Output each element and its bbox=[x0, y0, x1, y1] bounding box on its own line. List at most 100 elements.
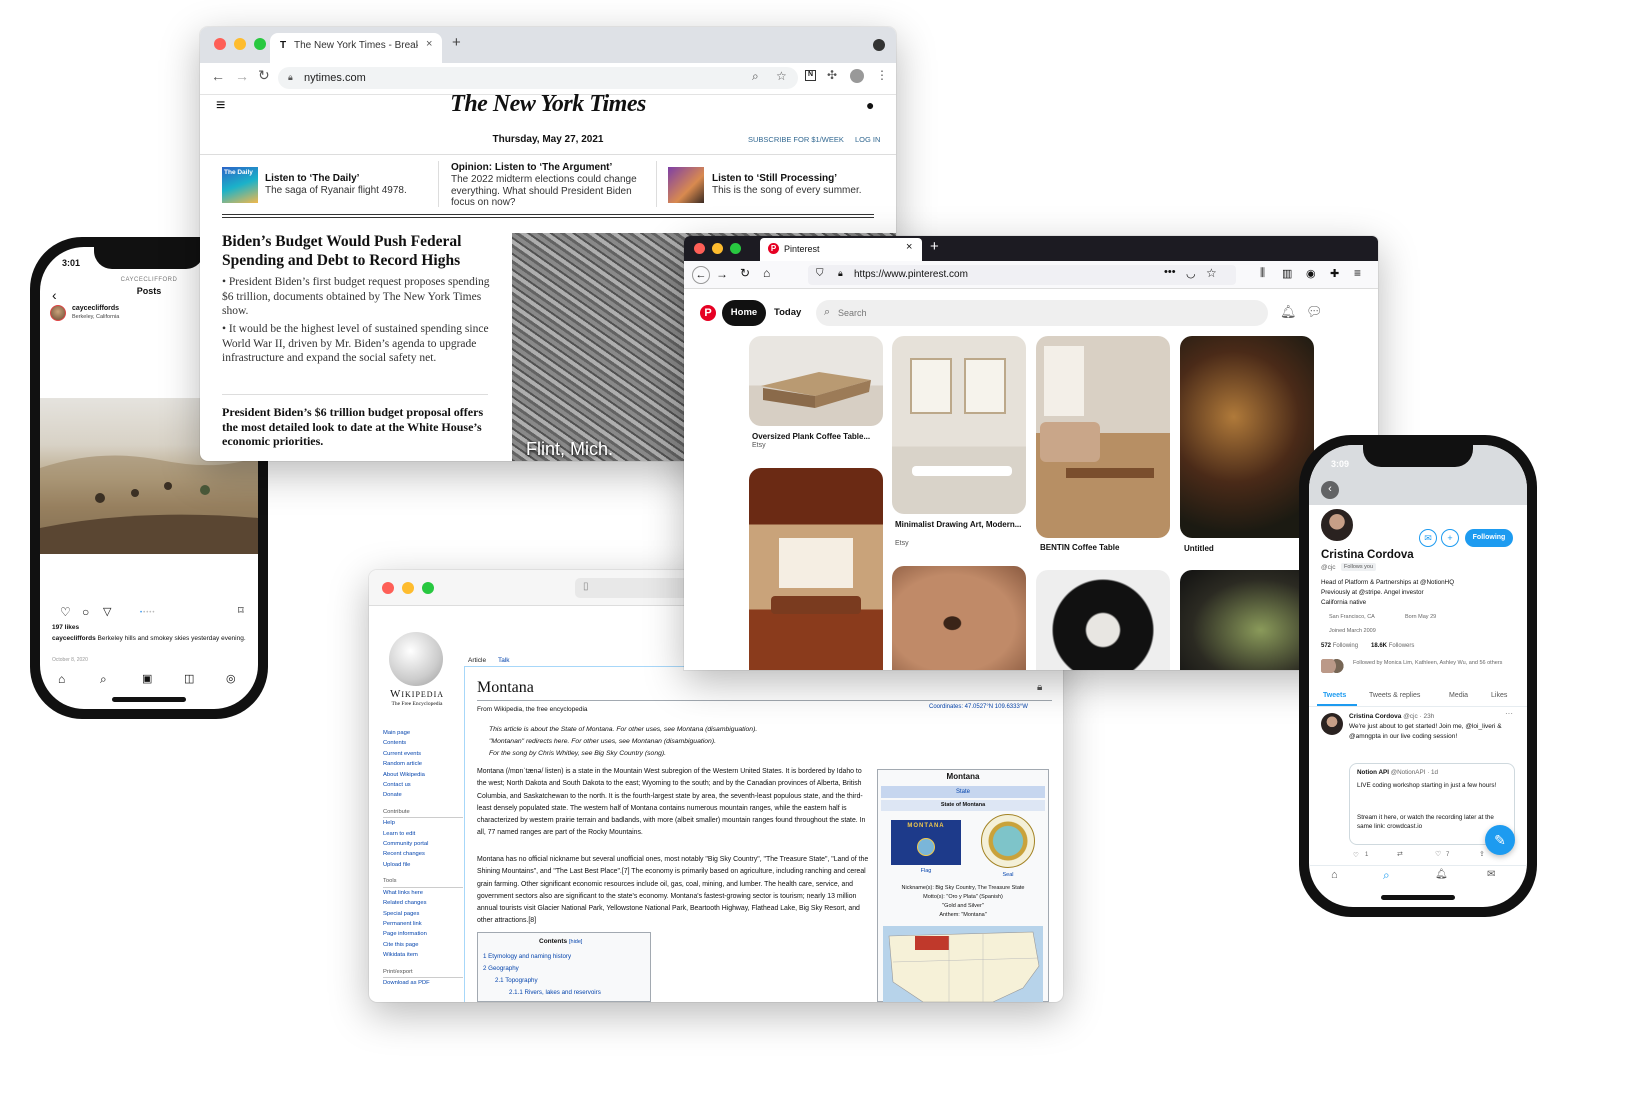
sidebar-link[interactable]: Random article bbox=[383, 759, 463, 769]
toc-item[interactable]: 2.1.1 Rivers, lakes and reservoirs bbox=[509, 989, 601, 996]
page-actions-icon[interactable]: ••• bbox=[1164, 266, 1176, 278]
sidebar-link[interactable]: Special pages bbox=[383, 909, 463, 919]
us-locator-map[interactable] bbox=[883, 926, 1043, 1002]
notify-icon[interactable]: + bbox=[1441, 529, 1459, 547]
tab-tweets[interactable]: Tweets bbox=[1323, 692, 1346, 699]
pin-image-coffee-table[interactable] bbox=[749, 336, 883, 426]
sidebar-link[interactable]: Cite this page bbox=[383, 940, 463, 950]
today-nav-button[interactable]: Today bbox=[774, 307, 801, 318]
reload-icon[interactable]: ↻ bbox=[740, 266, 750, 280]
sidebar-link[interactable]: Upload file bbox=[383, 860, 463, 870]
share-icon[interactable]: ▽ bbox=[103, 605, 111, 618]
flag-caption[interactable]: Flag bbox=[891, 868, 961, 874]
window-controls[interactable] bbox=[214, 38, 266, 50]
pin-image-untitled[interactable] bbox=[1180, 336, 1314, 538]
tweet-more-icon[interactable]: ··· bbox=[1505, 709, 1513, 718]
home-icon[interactable]: ⌂ bbox=[58, 672, 65, 686]
share-icon[interactable]: ⇪ bbox=[1479, 850, 1485, 858]
sidebar-link[interactable]: Donate bbox=[383, 790, 463, 800]
profile-icon[interactable] bbox=[850, 69, 864, 83]
notifications-bell-icon[interactable]: 🔔︎ bbox=[1280, 304, 1297, 320]
post-location[interactable]: Berkeley, California bbox=[72, 314, 119, 320]
notifications-icon[interactable]: 🔔︎ bbox=[1435, 869, 1448, 880]
tab-title[interactable]: Pinterest bbox=[784, 244, 820, 254]
profile-avatar[interactable] bbox=[1319, 507, 1355, 543]
sidebar-link[interactable]: Community portal bbox=[383, 839, 463, 849]
pin-image-drawing-art[interactable] bbox=[892, 336, 1026, 514]
pin-image-eye[interactable] bbox=[892, 566, 1026, 670]
mail-icon[interactable]: ✉ bbox=[1419, 529, 1437, 547]
sidebar-link[interactable]: Download as PDF bbox=[383, 978, 463, 988]
post-username[interactable]: caycecliffords bbox=[72, 305, 119, 312]
tab-tweets-replies[interactable]: Tweets & replies bbox=[1369, 692, 1420, 699]
promo-title[interactable]: Listen to ‘Still Processing’ bbox=[712, 173, 837, 184]
home-icon[interactable]: ⌂ bbox=[1331, 869, 1338, 881]
sidebar-link[interactable]: What links here bbox=[383, 888, 463, 898]
window-controls[interactable] bbox=[694, 243, 741, 254]
like-icon[interactable]: ♡ bbox=[1435, 850, 1441, 858]
tab-title[interactable]: The New York Times - Breaking bbox=[294, 40, 418, 51]
retweet-icon[interactable]: ⇄ bbox=[1397, 850, 1403, 858]
pin-source[interactable]: Etsy bbox=[895, 540, 909, 547]
tracking-shield-icon[interactable]: ⛉ bbox=[816, 268, 824, 279]
url-text[interactable]: nytimes.com bbox=[304, 72, 366, 84]
tab-search-icon[interactable] bbox=[873, 39, 885, 51]
pin-title[interactable]: Oversized Plank Coffee Table... bbox=[752, 432, 870, 441]
wikipedia-wordmark[interactable]: Wikipedia bbox=[379, 688, 455, 700]
pin-source[interactable]: Etsy bbox=[752, 442, 766, 449]
window-controls[interactable] bbox=[382, 582, 434, 594]
notion-extension-icon[interactable]: N bbox=[805, 70, 816, 81]
menu-kebab-icon[interactable]: ⋮ bbox=[876, 68, 888, 82]
reels-icon[interactable]: ▣ bbox=[142, 672, 152, 685]
forward-icon[interactable]: → bbox=[235, 68, 249, 84]
sidebar-link[interactable]: Main page bbox=[383, 728, 463, 738]
followers-stat[interactable]: 18.6K Followers bbox=[1371, 643, 1414, 649]
forward-icon[interactable]: → bbox=[716, 267, 728, 281]
sidebar-link[interactable]: Permanent link bbox=[383, 919, 463, 929]
home-nav-button[interactable]: Home bbox=[722, 300, 766, 326]
second-headline[interactable]: President Biden’s $6 trillion budget pro… bbox=[222, 405, 490, 449]
shop-icon[interactable]: ◫ bbox=[184, 672, 194, 685]
messages-icon[interactable]: ✉ bbox=[1487, 869, 1495, 880]
heart-icon[interactable]: ♡ bbox=[60, 605, 71, 619]
close-tab-icon[interactable]: × bbox=[906, 241, 912, 253]
sidebar-link[interactable]: Contents bbox=[383, 738, 463, 748]
account-icon[interactable]: ● bbox=[866, 97, 874, 113]
following-stat[interactable]: 572 Following bbox=[1321, 643, 1358, 649]
menu-icon[interactable]: ≡ bbox=[1354, 266, 1361, 280]
sidebar-link[interactable]: Recent changes bbox=[383, 849, 463, 859]
promo-title[interactable]: Listen to ‘The Daily’ bbox=[265, 173, 359, 184]
nyt-masthead[interactable]: The New York Times bbox=[200, 91, 896, 118]
following-button[interactable]: Following bbox=[1465, 529, 1513, 547]
sidebar-link[interactable]: About Wikipedia bbox=[383, 770, 463, 780]
tab-article[interactable]: Article bbox=[468, 657, 486, 664]
reply-icon[interactable]: ♡︎ bbox=[1353, 851, 1359, 859]
bookmark-star-icon[interactable]: ☆ bbox=[1206, 266, 1217, 280]
pin-image-portrait[interactable] bbox=[1036, 570, 1170, 670]
pin-image-bentin-table[interactable] bbox=[1036, 336, 1170, 538]
url-text[interactable]: https://www.pinterest.com bbox=[854, 269, 968, 280]
zoom-icon[interactable]: ⌕ bbox=[752, 69, 759, 84]
pinterest-logo[interactable]: P bbox=[700, 305, 716, 321]
search-input[interactable] bbox=[816, 300, 1268, 326]
star-icon[interactable]: ☆ bbox=[776, 69, 787, 83]
tab-media[interactable]: Media bbox=[1449, 692, 1468, 699]
seal-caption[interactable]: Seal bbox=[981, 872, 1035, 878]
toc-item[interactable]: 2.1 Topography bbox=[495, 977, 538, 984]
bookmark-icon[interactable]: ⌑ bbox=[238, 604, 244, 617]
pin-title[interactable]: Untitled bbox=[1184, 544, 1214, 553]
montana-seal[interactable] bbox=[981, 814, 1035, 868]
sidebar-link[interactable]: Related changes bbox=[383, 898, 463, 908]
back-icon[interactable]: ← bbox=[692, 266, 710, 284]
sidebar-link[interactable]: Wikidata item bbox=[383, 950, 463, 960]
pocket-icon[interactable]: ◡ bbox=[1186, 267, 1196, 280]
login-link[interactable]: LOG IN bbox=[855, 135, 880, 144]
account-icon[interactable]: ◉ bbox=[1306, 267, 1316, 280]
avatar[interactable] bbox=[50, 305, 66, 321]
search-icon[interactable]: ⌕ bbox=[100, 672, 107, 687]
search-icon[interactable]: ⌕ bbox=[1383, 868, 1390, 883]
back-icon[interactable]: ← bbox=[211, 68, 225, 84]
promo-title[interactable]: Opinion: Listen to ‘The Argument’ bbox=[451, 162, 612, 173]
daily-thumbnail[interactable]: The Daily bbox=[222, 167, 258, 203]
reader-icon[interactable]: ▯ bbox=[583, 581, 589, 592]
